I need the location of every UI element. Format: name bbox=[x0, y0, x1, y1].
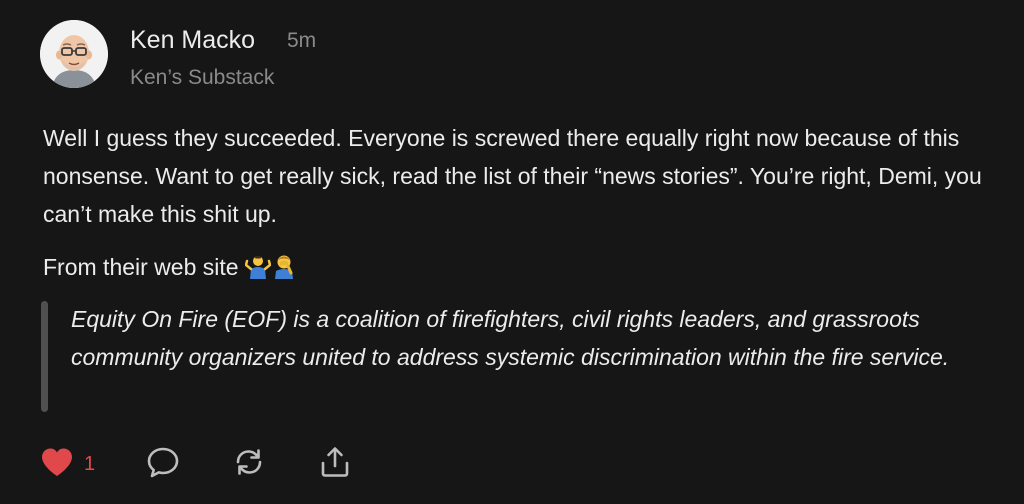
cartoon-man-avatar bbox=[40, 20, 108, 88]
like-button[interactable]: 1 bbox=[40, 446, 95, 482]
post-paragraph: Well I guess they succeeded. Everyone is… bbox=[43, 125, 982, 227]
share-button[interactable] bbox=[318, 446, 352, 482]
comment-icon bbox=[146, 446, 180, 483]
post-paragraph-2: From their web site bbox=[43, 250, 297, 288]
man-facepalming-emoji bbox=[271, 253, 297, 288]
restack-icon bbox=[231, 446, 267, 483]
author-avatar[interactable] bbox=[40, 20, 108, 88]
post-body: Well I guess they succeeded. Everyone is… bbox=[43, 119, 1018, 233]
like-count: 1 bbox=[84, 452, 96, 475]
person-shrugging-emoji bbox=[244, 253, 272, 288]
author-name[interactable]: Ken Macko bbox=[130, 26, 255, 55]
post-paragraph-text: From their web site bbox=[43, 254, 239, 280]
blockquote: Equity On Fire (EOF) is a coalition of f… bbox=[71, 306, 950, 370]
heart-icon bbox=[40, 447, 74, 482]
publication-name[interactable]: Ken’s Substack bbox=[130, 66, 274, 90]
share-icon bbox=[318, 446, 352, 483]
blockquote-bar bbox=[41, 301, 48, 412]
comment-button[interactable] bbox=[146, 446, 180, 482]
post-timestamp: 5m bbox=[287, 29, 317, 52]
restack-button[interactable] bbox=[231, 446, 267, 482]
